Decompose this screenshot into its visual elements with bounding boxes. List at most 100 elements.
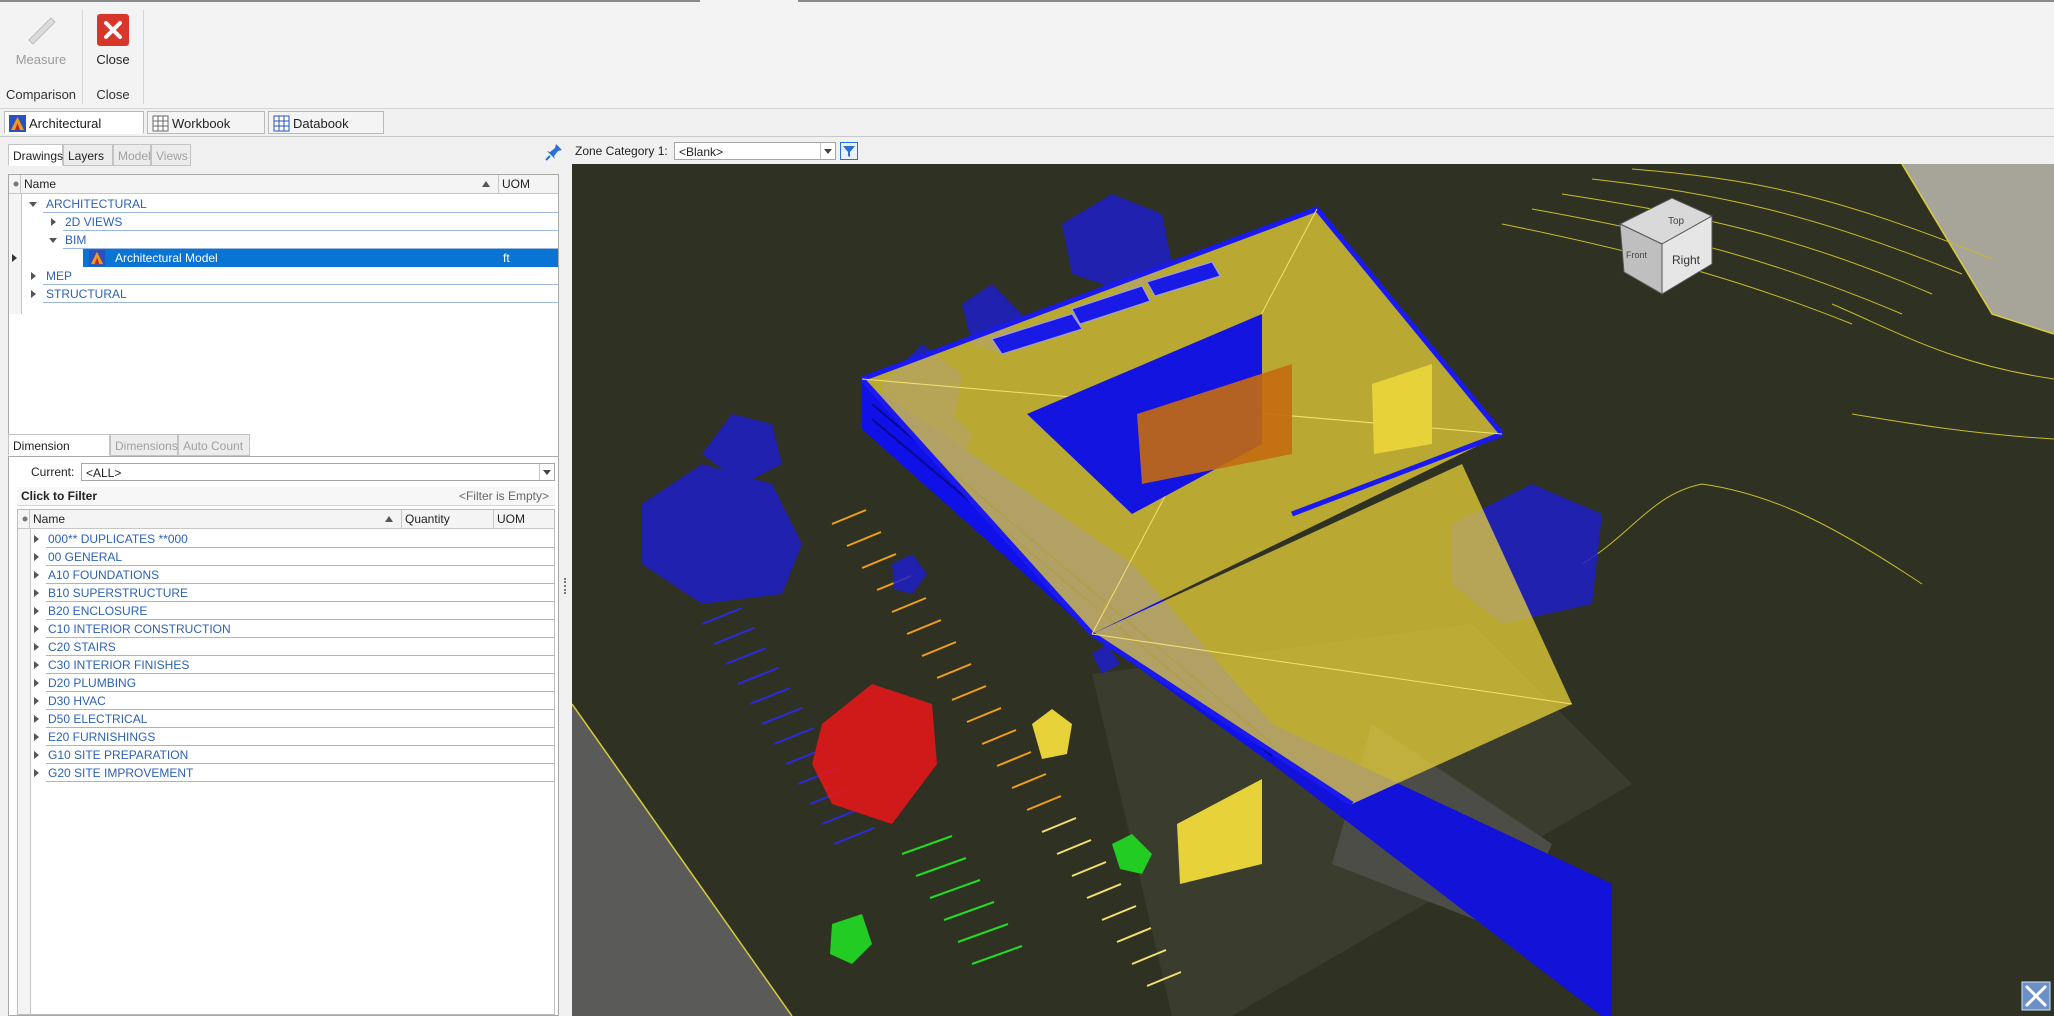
row-divider [43, 302, 558, 303]
expand-closed-icon [34, 553, 39, 561]
dimension-group-row[interactable]: C30 INTERIOR FINISHES [18, 656, 554, 674]
tree-label: BIM [65, 233, 87, 247]
dimension-grid-header: Name Quantity UOM [18, 510, 554, 529]
dimension-group-row[interactable]: D50 ELECTRICAL [18, 710, 554, 728]
measure-icon [25, 14, 57, 46]
dimension-group-row[interactable]: A10 FOUNDATIONS [18, 566, 554, 584]
measure-label: Measure [15, 52, 67, 67]
expand-closed-icon [34, 535, 39, 543]
group-label-comparison: Comparison [5, 87, 77, 102]
zone-category-combo[interactable]: <Blank> [674, 142, 836, 160]
expand-closed-icon [34, 769, 39, 777]
databook-icon [273, 115, 290, 132]
dimension-group-row[interactable]: 00 GENERAL [18, 548, 554, 566]
expand-closed-icon [51, 218, 56, 226]
expand-closed-icon [34, 661, 39, 669]
tab-dimensions[interactable]: Dimensions [110, 434, 178, 456]
group-label: D50 ELECTRICAL [48, 712, 148, 726]
tab-auto-count[interactable]: Auto Count [178, 434, 250, 456]
tree-uom: ft [503, 251, 510, 265]
drawings-tree-header: Name UOM [9, 175, 558, 194]
splitter-grip[interactable] [564, 578, 568, 594]
close-button[interactable]: Close [78, 14, 148, 67]
col-uom[interactable]: UOM [499, 175, 558, 193]
group-label: 000** DUPLICATES **000 [48, 532, 188, 546]
3d-model-render: Top Front Right [572, 164, 2054, 1016]
tab-model[interactable]: Model [113, 144, 151, 166]
tab-drawings[interactable]: Drawings [8, 144, 63, 166]
chevron-down-icon [539, 464, 554, 480]
table-icon [152, 115, 169, 132]
dimension-group-row[interactable]: E20 FURNISHINGS [18, 728, 554, 746]
tab-views[interactable]: Views [151, 144, 191, 166]
tab-dimension-groups[interactable]: Dimension Groups [8, 434, 110, 475]
expand-closed-icon [34, 751, 39, 759]
tab-layers[interactable]: Layers [63, 144, 113, 166]
expand-closed-icon [34, 643, 39, 651]
current-row-icon [12, 254, 17, 262]
dimension-group-row[interactable]: C20 STAIRS [18, 638, 554, 656]
left-pane: Drawings Layers Model Views Name UOM ARC… [0, 138, 566, 1016]
tab-architectural-model[interactable]: Architectural Model [4, 111, 144, 154]
group-label: A10 FOUNDATIONS [48, 568, 160, 582]
expand-closed-icon [34, 589, 39, 597]
dimension-group-row[interactable]: G10 SITE PREPARATION [18, 746, 554, 764]
model-viewport[interactable]: Top Front Right [572, 164, 2054, 1016]
col-uom[interactable]: UOM [494, 510, 554, 528]
current-group-combo[interactable]: <ALL> [81, 463, 555, 481]
ribbon-group-close: Close Close [83, 10, 144, 104]
viewcube-right-label: Right [1672, 253, 1701, 267]
dimension-group-row[interactable]: 000** DUPLICATES **000 [18, 530, 554, 548]
navigation-icon[interactable] [2021, 981, 2051, 1011]
zone-filter-icon [840, 142, 858, 160]
zone-settings-button[interactable] [840, 142, 858, 160]
dimension-group-row[interactable]: D20 PLUMBING [18, 674, 554, 692]
col-name[interactable]: Name [21, 175, 499, 193]
group-label: G20 SITE IMPROVEMENT [48, 766, 194, 780]
zone-category-value: <Blank> [679, 145, 724, 159]
filter-title: Click to Filter [21, 489, 98, 503]
model-icon [9, 115, 26, 132]
expand-closed-icon [34, 679, 39, 687]
group-label: D20 PLUMBING [48, 676, 137, 690]
group-label: B10 SUPERSTRUCTURE [48, 586, 189, 600]
col-name[interactable]: Name [30, 510, 402, 528]
chevron-down-icon [820, 143, 835, 159]
dimension-group-row[interactable]: B20 ENCLOSURE [18, 602, 554, 620]
group-label: C20 STAIRS [48, 640, 116, 654]
measure-button[interactable]: Measure [6, 14, 76, 67]
title-bar-edge [0, 0, 700, 2]
tree-label: STRUCTURAL [46, 287, 127, 301]
viewcube-front-label: Front [1626, 250, 1648, 260]
title-bar-edge-right [798, 0, 2054, 2]
tree-row-architectural[interactable]: ARCHITECTURAL [9, 195, 558, 213]
sort-asc-icon [385, 516, 393, 522]
dimension-group-row[interactable]: D30 HVAC [18, 692, 554, 710]
expand-closed-icon [34, 697, 39, 705]
drawings-subtabs: Drawings Layers Model Views [8, 144, 558, 168]
tree-row-2d-views[interactable]: 2D VIEWS [9, 213, 558, 231]
dimension-group-row[interactable]: B10 SUPERSTRUCTURE [18, 584, 554, 602]
col-quantity[interactable]: Quantity [402, 510, 494, 528]
filter-row[interactable]: Click to Filter <Filter is Empty> [17, 487, 555, 506]
tab-workbook-view[interactable]: Workbook View [147, 111, 265, 154]
dimension-group-row[interactable]: G20 SITE IMPROVEMENT [18, 764, 554, 782]
group-label: E20 FURNISHINGS [48, 730, 156, 744]
tab-databook-view[interactable]: Databook View [268, 111, 384, 154]
col-name-label: Name [33, 512, 66, 526]
group-label: B20 ENCLOSURE [48, 604, 148, 618]
expand-closed-icon [34, 571, 39, 579]
zone-category-label: Zone Category 1: [575, 144, 668, 158]
tree-row-mep[interactable]: MEP [9, 267, 558, 285]
dimension-group-row[interactable]: C10 INTERIOR CONSTRUCTION [18, 620, 554, 638]
pin-icon[interactable] [544, 142, 564, 162]
tree-row-bim[interactable]: BIM [9, 231, 558, 249]
tree-row-architectural-model[interactable]: Architectural Model ft [83, 249, 558, 267]
expand-closed-icon [31, 272, 36, 280]
drawings-tree: Name UOM ARCHITECTURAL 2D VIEWS BIM Arch… [8, 174, 559, 464]
tree-row-structural[interactable]: STRUCTURAL [9, 285, 558, 303]
tree-label: Architectural Model [115, 251, 218, 265]
current-value: <ALL> [86, 466, 122, 480]
tree-label: MEP [46, 269, 73, 283]
col-name-label: Name [24, 177, 57, 191]
